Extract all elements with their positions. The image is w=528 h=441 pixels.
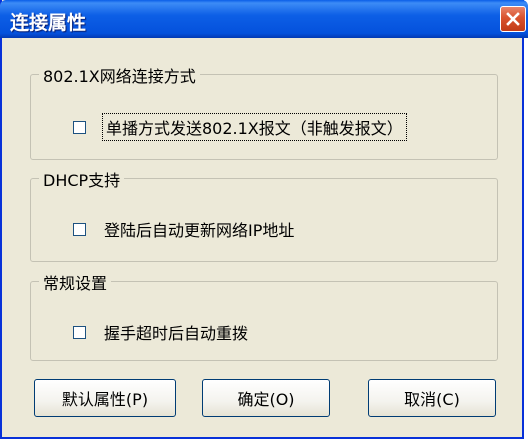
unicast-option[interactable]: 单播方式发送802.1X报文（非触发报文） bbox=[73, 113, 407, 141]
cancel-button[interactable]: 取消(C) bbox=[368, 379, 496, 417]
group-legend-8021x: 802.1X网络连接方式 bbox=[39, 63, 200, 87]
dhcp-renew-option[interactable]: 登陆后自动更新网络IP地址 bbox=[73, 217, 294, 241]
group-dhcp: DHCP支持 登陆后自动更新网络IP地址 bbox=[30, 167, 498, 262]
unicast-checkbox[interactable] bbox=[73, 120, 86, 134]
auto-redial-option[interactable]: 握手超时后自动重拨 bbox=[73, 320, 248, 344]
group-legend-general: 常规设置 bbox=[39, 270, 112, 294]
ok-button[interactable]: 确定(O) bbox=[202, 379, 330, 417]
close-button[interactable] bbox=[500, 6, 526, 32]
dhcp-renew-label[interactable]: 登陆后自动更新网络IP地址 bbox=[104, 217, 294, 241]
unicast-label[interactable]: 单播方式发送802.1X报文（非触发报文） bbox=[102, 113, 407, 141]
group-legend-dhcp: DHCP支持 bbox=[39, 167, 125, 191]
title-bar[interactable]: 连接属性 bbox=[0, 0, 528, 38]
auto-redial-checkbox[interactable] bbox=[73, 325, 86, 339]
auto-redial-label[interactable]: 握手超时后自动重拨 bbox=[104, 320, 248, 344]
dhcp-renew-checkbox[interactable] bbox=[73, 222, 86, 236]
default-properties-button[interactable]: 默认属性(P) bbox=[34, 379, 176, 417]
close-icon bbox=[506, 12, 520, 26]
window-title: 连接属性 bbox=[10, 12, 87, 34]
group-8021x-mode: 802.1X网络连接方式 单播方式发送802.1X报文（非触发报文） bbox=[30, 63, 498, 160]
dialog-window: 连接属性 802.1X网络连接方式 单播方式发送802.1X报文（非触发报文） … bbox=[0, 0, 528, 439]
group-general: 常规设置 握手超时后自动重拨 bbox=[30, 270, 498, 361]
